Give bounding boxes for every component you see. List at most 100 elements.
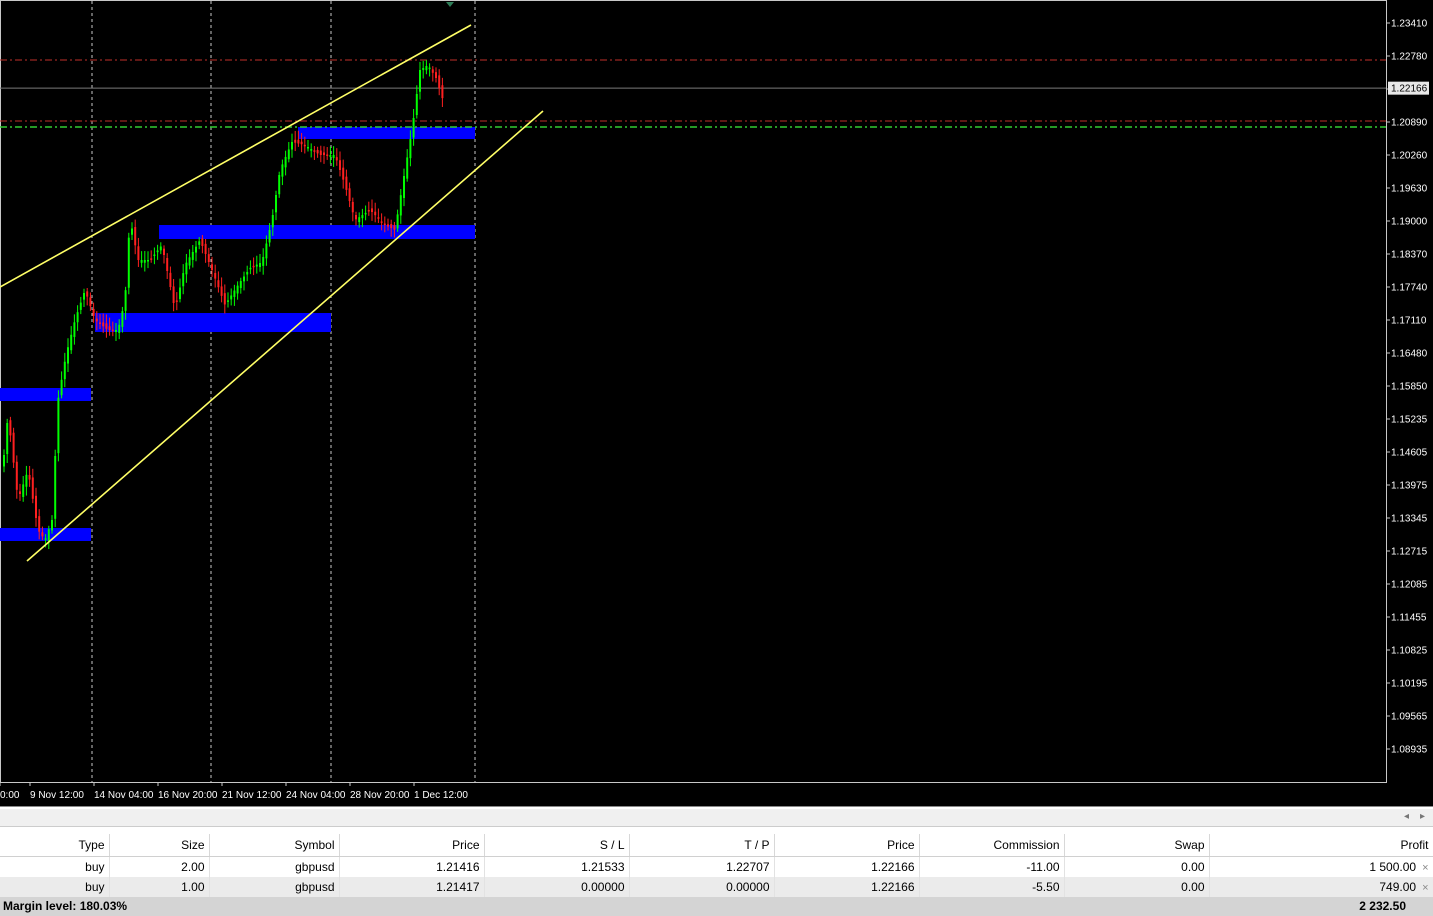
cell-commission: -11.00: [919, 856, 1065, 877]
candle-body: [163, 248, 165, 255]
price-label: 1.15235: [1391, 415, 1428, 426]
cell-sl: 0.00000: [484, 877, 630, 897]
horizontal-levels[interactable]: [0, 59, 1386, 128]
cell-value: 1.21533: [581, 860, 625, 874]
candle-body: [406, 157, 409, 179]
shift-marker-icon[interactable]: [446, 2, 454, 7]
candle-body: [255, 264, 258, 267]
scroll-right-icon[interactable]: ▸: [1420, 811, 1425, 822]
candle-body: [230, 295, 233, 300]
price-label: 1.10195: [1391, 679, 1428, 690]
scroll-left-icon[interactable]: ◂: [1404, 811, 1409, 822]
chart-canvas[interactable]: 1.234101.227801.215201.208901.202601.196…: [0, 0, 1433, 806]
time-label: 9 Nov 12:00: [30, 790, 84, 801]
zone-rectangle[interactable]: [298, 127, 475, 139]
price-axis: 1.234101.227801.215201.208901.202601.196…: [1386, 19, 1429, 756]
candle-body: [271, 215, 274, 228]
candle-body: [364, 212, 367, 215]
candle-body: [108, 326, 111, 330]
cell-open-price: 1.21417: [339, 877, 485, 897]
close-position-icon[interactable]: ×: [1422, 882, 1428, 894]
zone-rectangle[interactable]: [0, 388, 91, 401]
column-header-sl[interactable]: S / L: [484, 834, 630, 857]
candle-body: [326, 154, 329, 156]
candle-body: [422, 68, 425, 70]
table-row[interactable]: buy 1.00 gbpusd 1.21417 0.00000 0.00000 1.2216…: [0, 877, 1433, 897]
candle-body: [393, 225, 396, 230]
column-header-size[interactable]: Size: [109, 834, 210, 857]
price-chart[interactable]: 1.234101.227801.215201.208901.202601.196…: [0, 0, 1433, 806]
candle-body: [166, 257, 169, 271]
trend-channel[interactable]: [0, 2, 544, 562]
column-header-symbol[interactable]: Symbol: [209, 834, 340, 857]
candle-body: [102, 322, 105, 327]
column-header-current-price[interactable]: Price: [774, 834, 920, 857]
candle-body: [12, 432, 15, 463]
price-label: 1.19000: [1391, 217, 1428, 228]
upper-trendline[interactable]: [0, 24, 472, 288]
cell-value: 1.21416: [436, 860, 480, 874]
cell-value: 1.22166: [871, 880, 915, 894]
candle-body: [300, 141, 303, 145]
cell-profit: 749.00 ×: [1209, 877, 1433, 897]
column-header-profit[interactable]: Profit: [1209, 834, 1433, 857]
price-label: 1.20260: [1391, 151, 1428, 162]
cell-type: buy: [0, 856, 110, 877]
candle-body: [438, 75, 441, 89]
price-label: 1.08935: [1391, 745, 1428, 756]
candle-body: [297, 139, 300, 144]
column-header-type[interactable]: Type: [0, 834, 110, 857]
candle-body: [403, 176, 405, 199]
candle-body: [275, 195, 277, 213]
column-header-tp[interactable]: T / P: [629, 834, 775, 857]
candle-body: [246, 271, 249, 275]
cell-value: -11.00: [1026, 860, 1060, 874]
candle-body: [3, 455, 5, 467]
candle-body: [307, 147, 309, 149]
candle-body: [262, 256, 265, 266]
time-label: 24 Nov 04:00: [286, 790, 346, 801]
candle-body: [415, 94, 418, 116]
candle-body: [60, 379, 63, 396]
price-label: 1.09565: [1391, 712, 1428, 723]
time-label: 21 Nov 12:00: [222, 790, 282, 801]
candle-body: [86, 291, 89, 297]
zone-rectangle[interactable]: [159, 225, 475, 239]
account-status-bar: Margin level: 180.03% 2 232.50: [0, 897, 1433, 916]
cell-current-price: 1.22166: [774, 877, 920, 897]
price-label: 1.12085: [1391, 580, 1428, 591]
column-header-commission[interactable]: Commission: [919, 834, 1065, 857]
close-position-icon[interactable]: ×: [1422, 862, 1428, 874]
cell-value: 0.00: [1181, 860, 1205, 874]
candle-body: [310, 149, 313, 151]
chart-frame: [0, 0, 1387, 783]
price-label: 1.17740: [1391, 283, 1428, 294]
candle-body: [156, 250, 159, 253]
lower-trendline[interactable]: [26, 110, 544, 562]
candle-body: [287, 149, 290, 160]
zone-rectangle[interactable]: [95, 313, 331, 332]
candle-body: [89, 297, 92, 307]
price-label: 1.12715: [1391, 547, 1428, 558]
candle-body: [70, 334, 73, 351]
chart-grid: [0, 0, 1387, 783]
column-header-open-price[interactable]: Price: [339, 834, 485, 857]
candle-body: [9, 420, 12, 436]
candle-body: [390, 224, 393, 229]
time-label: 1 Dec 12:00: [414, 790, 468, 801]
candle-body: [153, 254, 156, 256]
candle-body: [182, 273, 185, 287]
column-header-swap[interactable]: Swap: [1064, 834, 1210, 857]
candle-body: [294, 139, 297, 143]
candle-body: [147, 260, 149, 262]
candle-body: [95, 318, 98, 322]
candle-body: [217, 280, 220, 288]
table-row[interactable]: buy 2.00 gbpusd 1.21416 1.21533 1.22707 1.2216…: [0, 856, 1433, 877]
cell-value: gbpusd: [295, 880, 335, 894]
price-label: 1.16480: [1391, 349, 1428, 360]
candle-body: [105, 323, 108, 329]
cell-value: 0.00000: [726, 880, 770, 894]
cell-value: 2.00: [181, 860, 205, 874]
candle-body: [380, 221, 383, 223]
candle-body: [249, 267, 252, 270]
